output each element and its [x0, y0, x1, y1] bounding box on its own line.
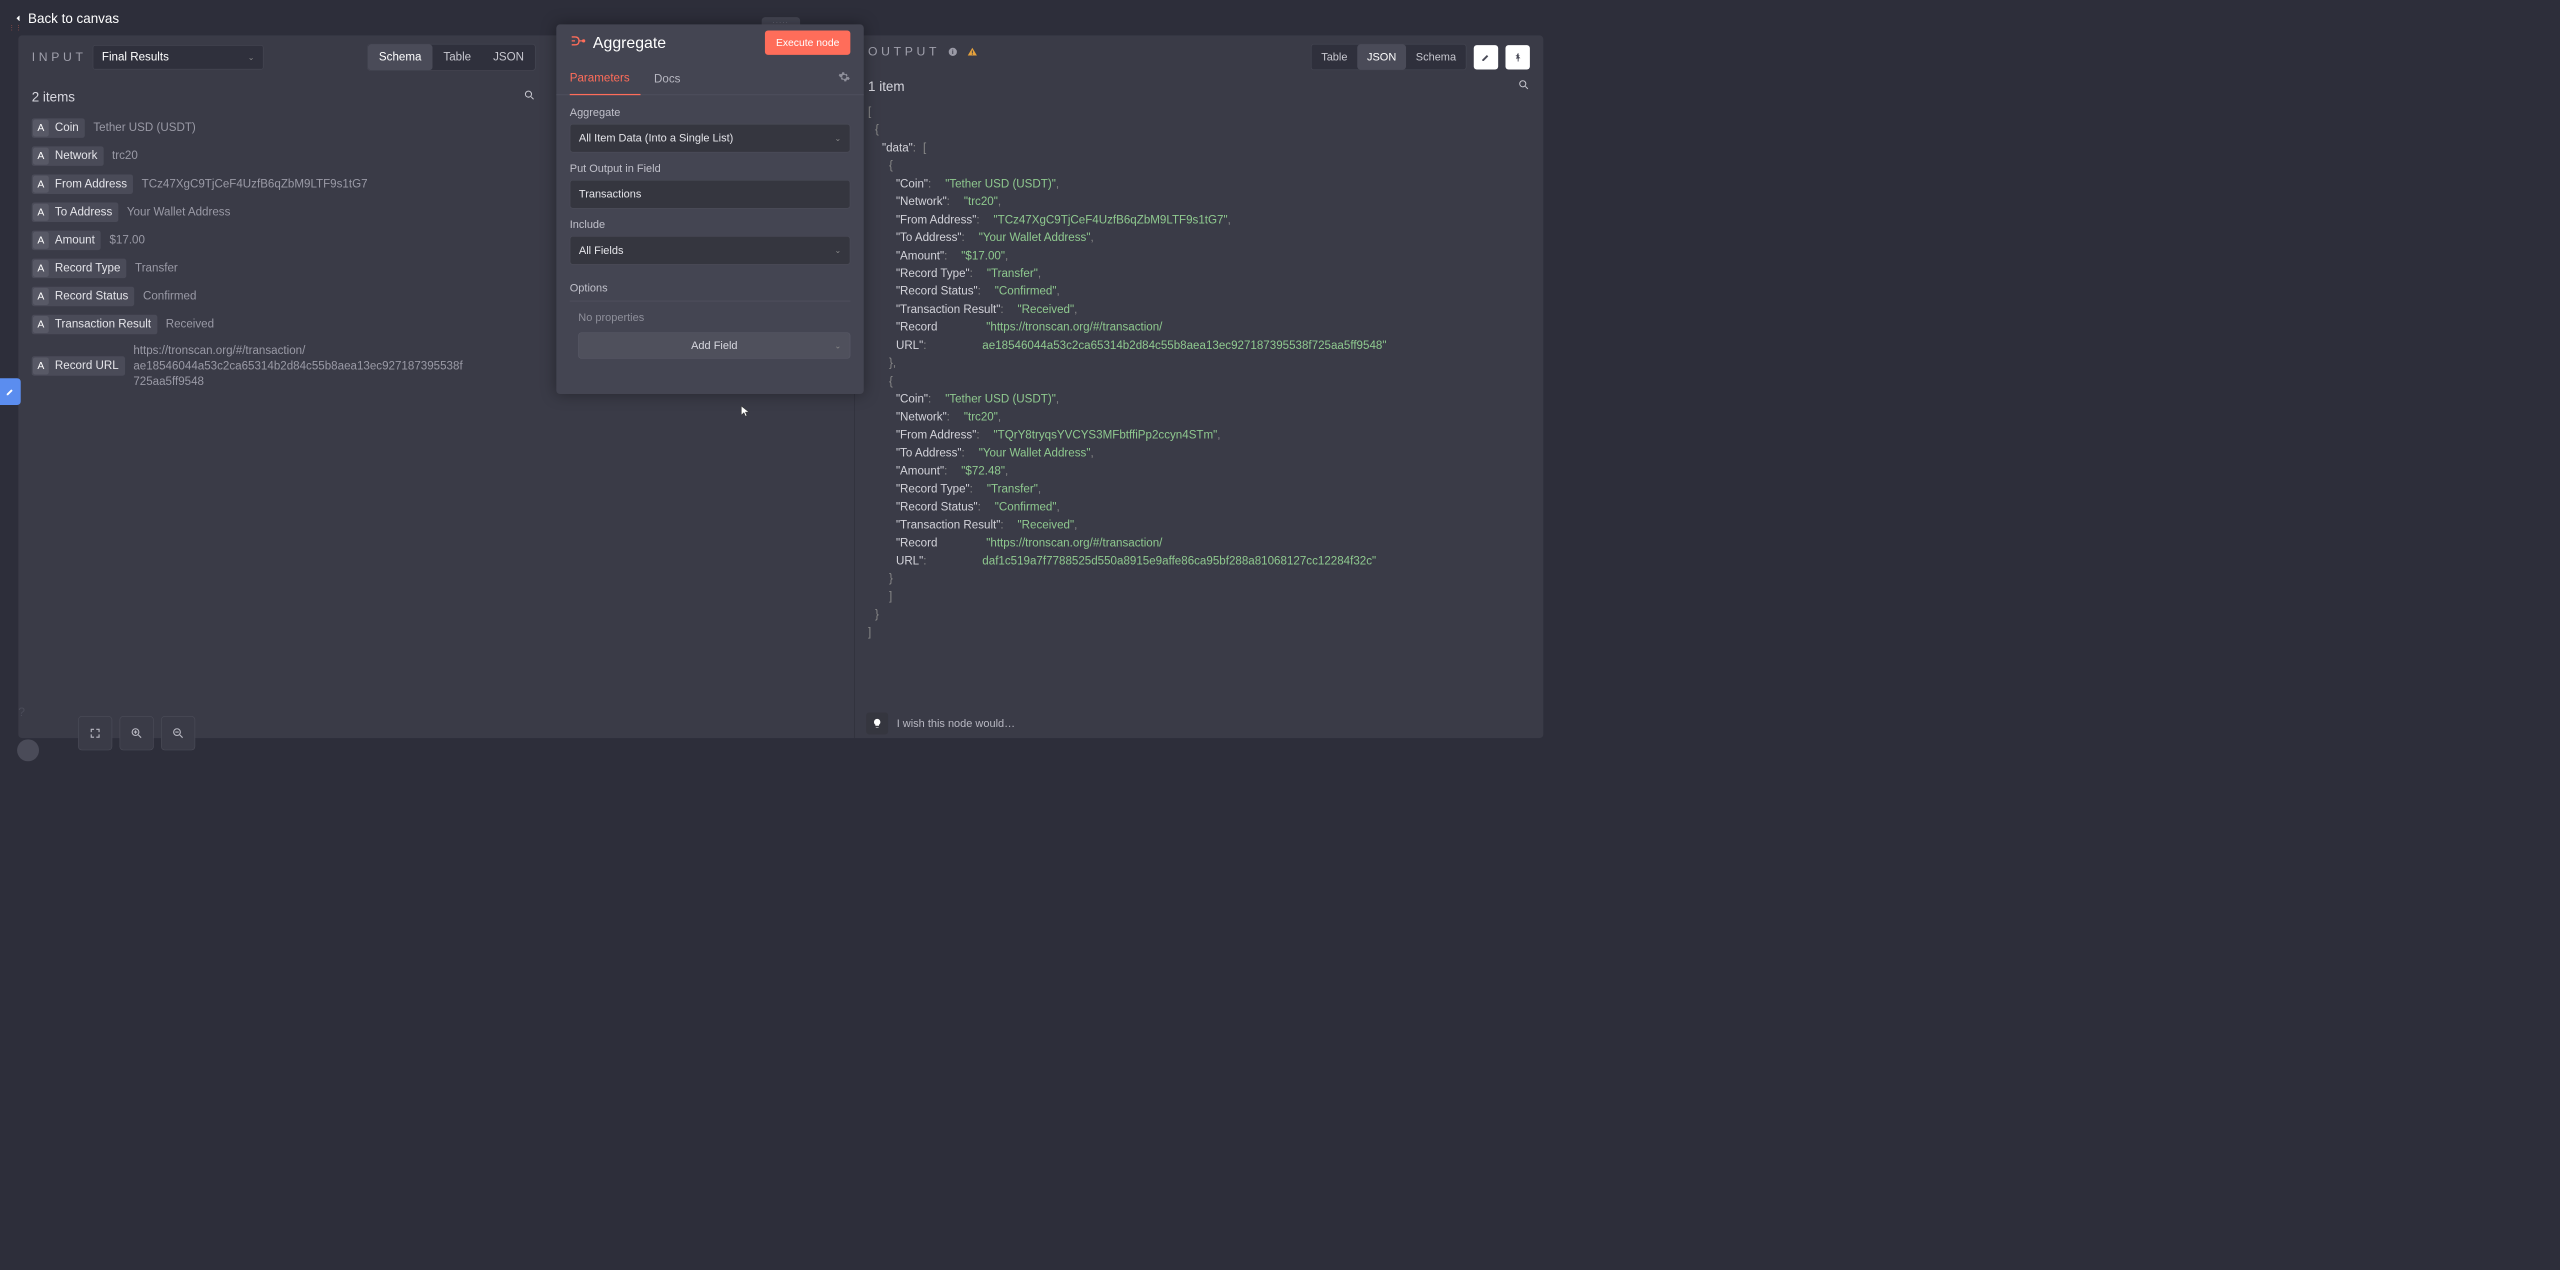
gear-icon[interactable] — [838, 71, 850, 86]
schema-key: Amount — [55, 234, 95, 247]
output-items-count: 1 item — [868, 79, 905, 95]
schema-key: Network — [55, 149, 98, 162]
zoom-in-button[interactable] — [120, 716, 154, 750]
schema-key: Transaction Result — [55, 318, 151, 331]
no-properties-text: No properties — [578, 311, 850, 324]
search-icon[interactable] — [1518, 79, 1530, 95]
type-badge: A — [33, 358, 49, 375]
chevron-down-icon: ⌄ — [835, 246, 842, 256]
include-label: Include — [570, 218, 851, 231]
fit-view-button[interactable] — [78, 716, 112, 750]
schema-key: To Address — [55, 206, 112, 219]
schema-value: TCz47XgC9TjCeF4UzfB6qZbM9LTF9s1tG7 — [142, 178, 368, 191]
schema-row[interactable]: A To Address Your Wallet Address — [32, 203, 536, 223]
output-json-view[interactable]: [ { "data": [ { "Coin": "Tether USD (USD… — [868, 103, 1530, 642]
back-label: Back to canvas — [28, 11, 119, 27]
input-schema-list: A Coin Tether USD (USDT) A Network trc20 A From… — [32, 118, 536, 389]
put-output-field[interactable]: Transactions — [570, 180, 851, 209]
schema-row[interactable]: A Record Status Confirmed — [32, 287, 536, 307]
tab-parameters[interactable]: Parameters — [570, 65, 641, 96]
cursor-icon — [739, 405, 751, 420]
help-icon[interactable]: ? — [18, 706, 25, 720]
input-items-count: 2 items — [32, 89, 75, 105]
schema-row[interactable]: A Record Type Transfer — [32, 259, 536, 279]
node-parameters-panel: Aggregate Execute node Parameters Docs A… — [556, 24, 863, 394]
output-heading: OUTPUT — [868, 45, 940, 59]
schema-row[interactable]: A Coin Tether USD (USDT) — [32, 118, 536, 138]
schema-value: Confirmed — [143, 290, 196, 303]
schema-value: $17.00 — [109, 234, 144, 247]
schema-key: Record URL — [55, 360, 119, 373]
schema-value: Tether USD (USDT) — [93, 121, 195, 134]
zoom-out-button[interactable] — [161, 716, 195, 750]
add-field-button[interactable]: Add Field⌄ — [578, 332, 850, 358]
schema-value: https://tronscan.org/#/transaction/ ae18… — [133, 343, 462, 390]
schema-value: Received — [166, 318, 214, 331]
chevron-down-icon: ⌄ — [835, 133, 842, 143]
output-view-tabs: TableJSONSchema — [1311, 44, 1467, 70]
avatar[interactable] — [17, 739, 39, 761]
type-badge: A — [33, 232, 49, 249]
type-badge: A — [33, 204, 49, 221]
input-tab-table[interactable]: Table — [432, 45, 482, 71]
schema-row[interactable]: A Network trc20 — [32, 146, 536, 166]
edit-output-button[interactable] — [1474, 45, 1498, 69]
execute-node-button[interactable]: Execute node — [765, 31, 850, 55]
side-handle[interactable] — [0, 378, 21, 405]
feedback-bar[interactable]: I wish this node would… — [866, 712, 1015, 734]
type-badge: A — [33, 260, 49, 277]
aggregate-select[interactable]: All Item Data (Into a Single List)⌄ — [570, 124, 851, 153]
lightbulb-icon — [866, 712, 888, 734]
schema-value: Your Wallet Address — [127, 206, 231, 219]
input-source-value: Final Results — [102, 51, 169, 64]
canvas-zoom-controls — [78, 716, 195, 750]
type-badge: A — [33, 148, 49, 165]
schema-row[interactable]: A Record URL https://tronscan.org/#/transa… — [32, 343, 536, 390]
schema-row[interactable]: A Amount $17.00 — [32, 231, 536, 251]
chevron-down-icon: ⌄ — [248, 52, 255, 62]
output-tab-schema[interactable]: Schema — [1406, 45, 1466, 70]
aggregate-icon — [570, 33, 586, 53]
pin-output-button[interactable] — [1505, 45, 1529, 69]
input-view-tabs: SchemaTableJSON — [367, 44, 535, 71]
chevron-down-icon: ⌄ — [835, 341, 842, 351]
aggregate-label: Aggregate — [570, 106, 851, 119]
options-heading: Options — [570, 282, 851, 302]
tab-docs[interactable]: Docs — [654, 65, 691, 94]
info-icon[interactable]: i — [947, 46, 959, 58]
input-tab-json[interactable]: JSON — [482, 45, 535, 71]
schema-key: From Address — [55, 178, 127, 191]
schema-key: Record Type — [55, 262, 121, 275]
schema-row[interactable]: A From Address TCz47XgC9TjCeF4UzfB6qZbM9LT… — [32, 174, 536, 194]
type-badge: A — [33, 316, 49, 333]
schema-value: Transfer — [135, 262, 178, 275]
schema-key: Record Status — [55, 290, 128, 303]
schema-value: trc20 — [112, 149, 138, 162]
type-badge: A — [33, 288, 49, 305]
input-heading: INPUT — [32, 50, 87, 64]
input-tab-schema[interactable]: Schema — [368, 45, 432, 71]
node-title: Aggregate — [593, 33, 758, 52]
output-tab-json[interactable]: JSON — [1357, 45, 1406, 70]
input-pane: INPUT Final Results ⌄ SchemaTableJSON 2 … — [18, 35, 549, 738]
schema-key: Coin — [55, 121, 79, 134]
put-output-label: Put Output in Field — [570, 162, 851, 175]
warning-icon[interactable] — [967, 46, 979, 58]
decorative-dots: ⋮⋮ — [9, 23, 22, 31]
search-icon[interactable] — [523, 89, 535, 105]
svg-text:i: i — [952, 49, 954, 56]
schema-row[interactable]: A Transaction Result Received — [32, 315, 536, 335]
type-badge: A — [33, 176, 49, 193]
type-badge: A — [33, 120, 49, 137]
input-source-dropdown[interactable]: Final Results ⌄ — [93, 45, 264, 69]
output-pane: OUTPUT i TableJSONSchema 1 item — [854, 35, 1543, 738]
output-tab-table[interactable]: Table — [1311, 45, 1357, 70]
wish-text: I wish this node would… — [897, 717, 1015, 730]
include-select[interactable]: All Fields⌄ — [570, 236, 851, 265]
